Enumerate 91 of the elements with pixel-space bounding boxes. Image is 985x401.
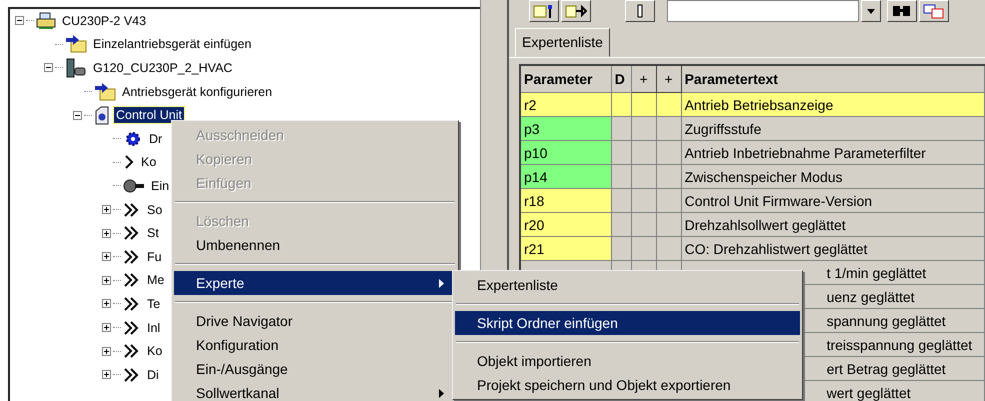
menu-item[interactable]: Projekt speichern und Objekt exportieren [455,373,800,397]
folder-arrow-icon [65,35,87,54]
table-cell: wert geglättet [826,384,911,400]
expand-toggle[interactable] [73,110,82,120]
double-chevron-icon [123,296,141,312]
table-cell: p14 [520,164,612,188]
table-cell: Antrieb Betriebsanzeige [684,96,834,112]
menu-item[interactable]: Drive Navigator [174,309,456,333]
menu-item[interactable]: Skript Ordner einfügen [455,311,800,335]
tree-item[interactable]: G120_CU230P_2_HVAC [91,60,234,76]
table-cell: treisspannung geglättet [826,336,972,352]
submenu-arrow-icon [439,388,444,398]
expand-toggle[interactable] [102,205,111,214]
double-chevron-icon [123,366,141,383]
table-cell: Zwischenspeicher Modus [684,168,843,184]
table-cell: r20 [520,212,612,236]
plug-icon [123,178,145,193]
binoculars-icon [891,3,913,19]
expand-toggle[interactable] [102,276,111,285]
table-cell: Zugriffsstufe [684,120,762,136]
tree-item[interactable]: Ko [139,154,158,170]
chevron-icon [123,154,135,170]
expand-toggle[interactable] [102,252,111,262]
double-chevron-icon [123,343,141,360]
expand-toggle[interactable] [102,323,111,332]
menu-item[interactable]: Ein-/Ausgänge [174,357,456,381]
compare-windows-icon [923,3,945,19]
tree-item[interactable]: Dr [147,130,164,147]
tree-item[interactable]: Fu [145,248,164,265]
menu-item[interactable]: Expertenliste [455,273,800,297]
tree-item[interactable]: Inl [145,320,162,336]
double-chevron-icon [123,202,141,218]
control-unit-icon [94,106,110,125]
menu-item[interactable]: Umbenennen [174,233,456,257]
menu-item[interactable]: Objekt importieren [455,349,800,373]
tree-item[interactable]: Ein [149,178,172,194]
table-cell: r21 [520,236,612,260]
table-cell: p3 [520,116,612,140]
column-button[interactable]: + [631,65,656,92]
toolbar-button[interactable] [919,0,949,22]
double-chevron-icon [123,225,141,242]
toolbar-button[interactable] [887,0,917,22]
column-header: D [611,65,632,92]
expand-toggle[interactable] [102,346,111,356]
tree-item[interactable]: Ko [145,343,164,360]
caret-icon [867,8,875,14]
table-cell: Control Unit Firmware-Version [684,192,872,208]
menu-item[interactable]: Konfiguration [174,333,456,357]
table-cell: Drehzahlsollwert geglättet [684,216,846,232]
expand-toggle[interactable] [102,370,111,380]
tree-item[interactable]: CU230P-2 V43 [60,12,148,29]
toolbar-button[interactable] [561,0,591,22]
tree-item[interactable]: Me [145,272,166,288]
document-arrow-icon [565,3,587,19]
double-chevron-icon [123,320,141,336]
expand-toggle[interactable] [102,299,111,308]
table-cell: r18 [520,188,612,212]
tree-item[interactable]: Antriebsgerät konfigurieren [120,84,274,100]
expand-toggle[interactable] [44,63,53,72]
table-cell: uenz geglättet [826,288,915,304]
table-cell: CO: Drehzahlistwert geglättet [684,240,868,256]
tree-item[interactable]: St [145,225,161,242]
expand-toggle[interactable] [15,16,24,26]
column-header: Parametertext [681,65,984,92]
tree-item[interactable]: Te [145,296,162,312]
toolbar-button[interactable] [529,0,559,22]
submenu-arrow-icon [439,278,444,288]
tree-item[interactable]: So [145,202,164,218]
double-chevron-icon [123,272,141,288]
document-pin-icon [533,3,555,19]
search-field[interactable] [667,0,859,22]
toolbar-button[interactable] [625,0,655,22]
double-chevron-icon [123,248,141,265]
menu-item[interactable]: Sollwertkanal [174,381,456,401]
table-cell: spannung geglättet [826,312,946,328]
tree-item[interactable]: Einzelantriebsgerät einfügen [91,36,254,52]
table-cell: p10 [520,140,612,164]
tree-item[interactable]: Di [145,366,161,383]
tree-item[interactable]: Control Unit [114,107,184,124]
printer-icon [36,12,56,30]
table-cell: t 1/min geglättet [826,264,926,280]
expand-toggle[interactable] [102,228,111,238]
folder-arrow-icon [94,82,116,101]
tab[interactable]: Expertenliste [515,28,610,57]
drive-icon [65,58,87,78]
table-cell: Antrieb Inbetriebnahme Parameterfilter [684,144,926,160]
table-cell: ert Betrag geglättet [826,360,946,376]
dropdown-button[interactable] [861,0,881,22]
column-button[interactable]: + [656,65,682,92]
column-header: Parameter [520,65,612,92]
table-cell: r2 [520,92,612,116]
